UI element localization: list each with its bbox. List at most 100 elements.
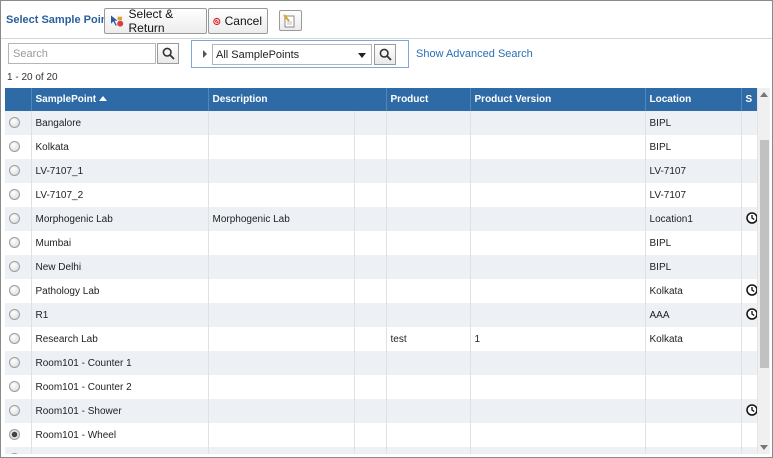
row-select-cell[interactable] (5, 279, 32, 303)
filter-selected-value: All SamplePoints (216, 48, 300, 61)
select-return-button[interactable]: Select & Return (104, 7, 207, 35)
grid-header-row: SamplePoint Description Product Product … (5, 88, 758, 111)
samplepoint-cell: Room101 - Shower (31, 399, 209, 423)
location-cell: AAA (645, 303, 742, 327)
column-header-location[interactable]: Location (645, 88, 742, 111)
row-radio[interactable] (9, 237, 20, 249)
product-cell (386, 135, 471, 159)
row-select-cell[interactable] (5, 207, 32, 231)
table-row[interactable]: Mumbai BIPL (5, 231, 758, 255)
table-row[interactable]: Pathology Lab Kolkata (5, 279, 758, 303)
row-radio[interactable] (9, 381, 20, 393)
expand-caret-icon[interactable] (203, 50, 207, 58)
table-row[interactable]: Kolkata BIPL (5, 135, 758, 159)
row-radio[interactable] (9, 141, 20, 153)
description-cell (208, 159, 355, 183)
product-version-cell (470, 375, 646, 399)
product-cell (386, 183, 471, 207)
row-select-cell[interactable] (5, 327, 32, 351)
row-select-cell[interactable] (5, 375, 32, 399)
spacer-cell (354, 231, 387, 255)
row-select-cell[interactable] (5, 255, 32, 279)
row-radio[interactable] (9, 333, 20, 345)
product-cell (386, 255, 471, 279)
row-radio[interactable] (9, 261, 20, 273)
column-header-product-version[interactable]: Product Version (470, 88, 646, 111)
dialog-title: Select Sample Point (6, 14, 112, 26)
product-cell (386, 351, 471, 375)
table-row[interactable]: Morphogenic Lab Morphogenic Lab Location1 (5, 207, 758, 231)
row-select-cell[interactable] (5, 351, 32, 375)
row-select-cell[interactable] (5, 231, 32, 255)
spacer-cell (354, 351, 387, 375)
location-cell: BIPL (645, 135, 742, 159)
table-row[interactable]: Room101 - Shower (5, 399, 758, 423)
status-cell (741, 207, 758, 231)
column-header-product[interactable]: Product (386, 88, 471, 111)
row-radio[interactable] (9, 213, 20, 225)
select-return-label: Select & Return (128, 7, 174, 35)
product-version-cell (470, 447, 646, 454)
samplepoint-grid: SamplePoint Description Product Product … (5, 88, 769, 454)
search-button[interactable] (157, 43, 179, 64)
product-version-cell (470, 207, 646, 231)
row-select-cell[interactable] (5, 159, 32, 183)
description-cell (208, 279, 355, 303)
row-radio[interactable] (9, 117, 20, 129)
table-row[interactable]: Room101 - Wheel (5, 423, 758, 447)
row-select-cell[interactable] (5, 111, 32, 135)
search-input[interactable] (8, 43, 156, 64)
row-select-cell[interactable] (5, 447, 32, 454)
product-cell (386, 447, 471, 454)
row-select-cell[interactable] (5, 135, 32, 159)
column-header-samplepoint[interactable]: SamplePoint (31, 88, 209, 111)
product-cell (386, 279, 471, 303)
samplepoint-filter-select[interactable]: All SamplePoints (212, 44, 372, 65)
cancel-button[interactable]: Cancel (208, 8, 268, 34)
row-radio[interactable] (9, 165, 20, 177)
table-row[interactable]: Room101 - Counter 1 (5, 351, 758, 375)
paste-button[interactable] (279, 10, 302, 31)
row-radio[interactable] (9, 453, 20, 454)
row-radio[interactable] (9, 285, 20, 297)
row-radio[interactable] (9, 405, 20, 417)
description-cell (208, 255, 355, 279)
table-row[interactable]: Bangalore BIPL (5, 111, 758, 135)
samplepoint-cell: LV-7107_1 (31, 159, 209, 183)
table-row[interactable]: R1 AAA (5, 303, 758, 327)
row-select-cell[interactable] (5, 183, 32, 207)
vertical-scrollbar[interactable] (757, 88, 770, 454)
row-select-cell[interactable] (5, 303, 32, 327)
table-row[interactable]: Room101 - Counter 2 (5, 375, 758, 399)
scrollbar-thumb[interactable] (760, 140, 769, 368)
filter-search-button[interactable] (374, 44, 396, 65)
location-cell (645, 423, 742, 447)
row-select-cell[interactable] (5, 423, 32, 447)
table-row[interactable]: LV-7107_2 LV-7107 (5, 183, 758, 207)
location-cell: Kolkata (645, 327, 742, 351)
spacer-cell (354, 423, 387, 447)
table-row[interactable] (5, 447, 758, 454)
table-row[interactable]: New Delhi BIPL (5, 255, 758, 279)
row-radio[interactable] (9, 429, 20, 441)
column-header-description[interactable]: Description (208, 88, 387, 111)
row-radio[interactable] (9, 309, 20, 321)
samplepoint-cell: Mumbai (31, 231, 209, 255)
product-cell (386, 423, 471, 447)
product-cell (386, 303, 471, 327)
search-bar: All SamplePoints Show Advanced Search (1, 40, 772, 70)
scroll-down-icon[interactable] (760, 445, 768, 450)
samplepoint-cell: R1 (31, 303, 209, 327)
scroll-up-icon[interactable] (760, 92, 768, 97)
table-row[interactable]: LV-7107_1 LV-7107 (5, 159, 758, 183)
spacer-cell (354, 399, 387, 423)
table-row[interactable]: Research Lab test 1 Kolkata (5, 327, 758, 351)
show-advanced-search-link[interactable]: Show Advanced Search (416, 48, 533, 60)
row-radio[interactable] (9, 357, 20, 369)
location-cell (645, 351, 742, 375)
spacer-cell (354, 375, 387, 399)
row-radio[interactable] (9, 189, 20, 201)
search-icon (379, 48, 392, 61)
row-select-cell[interactable] (5, 399, 32, 423)
column-header-status[interactable]: S (741, 88, 758, 111)
